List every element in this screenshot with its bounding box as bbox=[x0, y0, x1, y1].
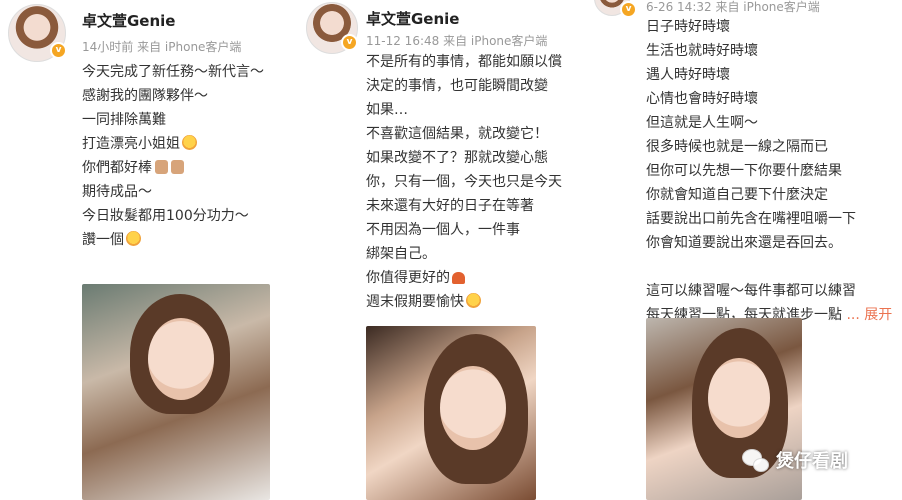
post-photo[interactable] bbox=[366, 326, 536, 500]
photo-face bbox=[148, 318, 214, 400]
text-line: 心情也會時好時壞 bbox=[646, 91, 758, 107]
photo-face bbox=[440, 366, 506, 450]
post-time[interactable]: 6-26 14:32 bbox=[646, 0, 712, 14]
post-meta: 6-26 14:32 来自 iPhone客户端 bbox=[646, 0, 820, 15]
text-line: 期待成品～ bbox=[82, 184, 152, 200]
post-meta: 14小时前 来自 iPhone客户端 bbox=[82, 38, 241, 55]
post-source: 来自 iPhone客户端 bbox=[137, 40, 242, 54]
thumbs-up-emoji-icon bbox=[171, 160, 184, 174]
text-line: 一同排除萬難 bbox=[82, 112, 166, 128]
kiss-emoji-icon bbox=[126, 231, 141, 246]
text-line: 很多時候也就是一線之隔而已 bbox=[646, 139, 828, 155]
text-line: 生活也就時好時壞 bbox=[646, 43, 758, 59]
text-line: 你，只有一個，今天也只是今天 bbox=[366, 174, 562, 190]
text-line: 不是所有的事情，都能如願以償 bbox=[366, 54, 562, 70]
expand-link[interactable]: ... 展开 bbox=[846, 307, 892, 323]
blush-emoji-icon bbox=[182, 135, 197, 150]
smile-emoji-icon bbox=[466, 293, 481, 308]
text-line: 但這就是人生啊～ bbox=[646, 115, 758, 131]
post-time[interactable]: 14小时前 bbox=[82, 40, 133, 54]
text-line: 不用因為一個人，一件事 bbox=[366, 222, 520, 238]
watermark-text: 煲仔看剧 bbox=[776, 451, 848, 472]
post-photo[interactable] bbox=[82, 284, 270, 500]
text-line: 週末假期要愉快 bbox=[366, 290, 562, 314]
post-meta: 11-12 16:48 来自 iPhone客户端 bbox=[366, 32, 547, 49]
post-source: 来自 iPhone客户端 bbox=[715, 0, 820, 14]
text-line: 你就會知道自己要下什麼決定 bbox=[646, 187, 828, 203]
post-text: 今天完成了新任務～新代言～ 感謝我的團隊夥伴～ 一同排除萬難 打造漂亮小姐姐 你… bbox=[82, 60, 264, 252]
text-line: 今日妝髮都用100分功力～ bbox=[82, 208, 249, 224]
wechat-icon bbox=[742, 449, 769, 472]
post-time[interactable]: 11-12 16:48 bbox=[366, 34, 439, 48]
text-line: 未來還有大好的日子在等著 bbox=[366, 198, 534, 214]
text-line: 打造漂亮小姐姐 bbox=[82, 132, 264, 156]
photo-face bbox=[708, 358, 770, 438]
text-line: 你們都好棒 bbox=[82, 156, 264, 180]
username[interactable]: 卓文萱Genie bbox=[366, 8, 459, 29]
text-line: 不喜歡這個結果，就改變它！ bbox=[366, 126, 548, 142]
text-line: 遇人時好時壞 bbox=[646, 67, 730, 83]
text-line: 讚一個 bbox=[82, 228, 264, 252]
text-line: 你值得更好的 bbox=[366, 266, 562, 290]
text-line: 如果改變不了？那就改變心態 bbox=[366, 150, 548, 166]
post-text: 不是所有的事情，都能如願以償 決定的事情，也可能瞬間改變 如果… 不喜歡這個結果… bbox=[366, 50, 562, 314]
text-line: 但你可以先想一下你要什麼結果 bbox=[646, 163, 842, 179]
text-line: 今天完成了新任務～新代言～ bbox=[82, 64, 264, 80]
heart-emoji-icon bbox=[452, 272, 465, 284]
post-text: 日子時好時壞 生活也就時好時壞 遇人時好時壞 心情也會時好時壞 但這就是人生啊～… bbox=[646, 15, 892, 327]
text-line: 感謝我的團隊夥伴～ bbox=[82, 88, 208, 104]
text-line: 話要說出口前先含在嘴裡咀嚼一下 bbox=[646, 211, 856, 227]
verified-v-icon: v bbox=[341, 34, 358, 51]
username[interactable]: 卓文萱Genie bbox=[82, 10, 175, 31]
text-line: 綁架自己。 bbox=[366, 246, 436, 262]
text-line: 你會知道要說出來還是吞回去。 bbox=[646, 235, 842, 251]
text-line: 如果… bbox=[366, 102, 408, 118]
text-line: 日子時好時壞 bbox=[646, 19, 730, 35]
post-source: 来自 iPhone客户端 bbox=[443, 34, 548, 48]
verified-v-icon: v bbox=[620, 1, 637, 18]
verified-v-icon: v bbox=[50, 42, 67, 59]
text-line bbox=[646, 255, 892, 279]
text-line: 這可以練習喔～每件事都可以練習 bbox=[646, 283, 856, 299]
text-line: 決定的事情，也可能瞬間改變 bbox=[366, 78, 548, 94]
watermark: 煲仔看剧 bbox=[742, 448, 848, 472]
thumbs-up-emoji-icon bbox=[155, 160, 168, 174]
